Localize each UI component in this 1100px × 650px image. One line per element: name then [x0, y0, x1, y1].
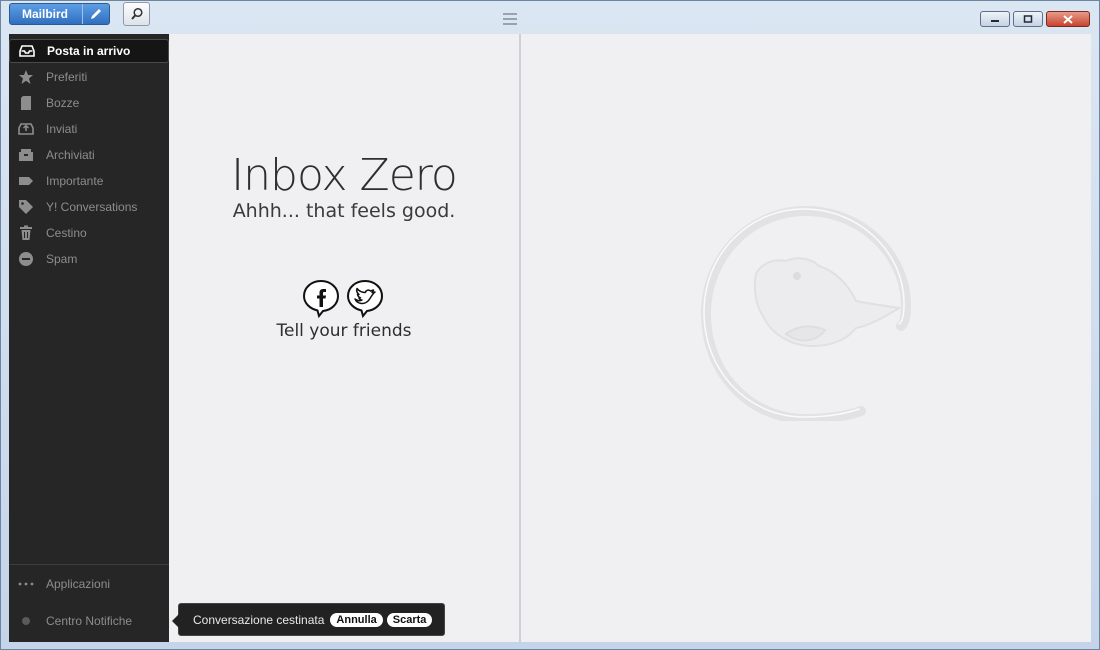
app-window: Mailbird Posta in arrivo Preferiti Bozze…	[0, 0, 1100, 650]
sidebar-item-spam[interactable]: Spam	[9, 247, 169, 271]
sidebar-item-y-conversations[interactable]: Y! Conversations	[9, 195, 169, 219]
notification-dot-icon	[17, 612, 35, 630]
sidebar-item-label: Bozze	[46, 96, 80, 110]
sent-icon	[17, 120, 35, 138]
sidebar-item-bozze[interactable]: Bozze	[9, 91, 169, 115]
tell-friends-label: Tell your friends	[276, 321, 412, 341]
twitter-bird-icon[interactable]	[345, 278, 385, 318]
sidebar: Posta in arrivo Preferiti Bozze Inviati …	[9, 34, 169, 642]
close-button[interactable]	[1046, 11, 1090, 27]
sidebar-item-preferiti[interactable]: Preferiti	[9, 65, 169, 89]
draft-icon	[17, 94, 35, 112]
sidebar-item-inbox[interactable]: Posta in arrivo	[9, 39, 169, 63]
minimize-button[interactable]	[980, 11, 1010, 27]
search-icon	[130, 7, 143, 20]
sidebar-item-importante[interactable]: Importante	[9, 169, 169, 193]
sidebar-item-label: Centro Notifiche	[46, 614, 133, 628]
spam-icon	[17, 250, 35, 268]
sidebar-divider	[9, 564, 169, 565]
sidebar-item-cestino[interactable]: Cestino	[9, 221, 169, 245]
title-bar: Mailbird	[1, 1, 1099, 33]
message-list-panel: Inbox Zero Ahhh... that feels good. Tell…	[169, 34, 519, 642]
compose-button[interactable]	[81, 4, 109, 24]
sidebar-item-centro-notifiche[interactable]: Centro Notifiche	[9, 609, 169, 633]
close-icon	[1063, 14, 1073, 24]
sidebar-item-label: Posta in arrivo	[47, 44, 131, 58]
star-icon	[17, 68, 35, 86]
sidebar-item-label: Applicazioni	[46, 577, 111, 591]
sidebar-item-inviati[interactable]: Inviati	[9, 117, 169, 141]
sidebar-item-label: Cestino	[46, 226, 87, 240]
sidebar-item-label: Preferiti	[46, 70, 88, 84]
inbox-icon	[18, 42, 36, 60]
search-button[interactable]	[123, 2, 150, 26]
label-icon	[17, 172, 35, 190]
trash-icon	[17, 224, 35, 242]
mailbird-logo-watermark-icon	[701, 206, 911, 421]
sidebar-item-label: Inviati	[46, 122, 78, 136]
more-dots-icon	[17, 575, 35, 593]
mailbird-menu-button[interactable]: Mailbird	[9, 3, 110, 25]
inbox-zero-subtitle: Ahhh... that feels good.	[232, 200, 456, 222]
social-share-buttons	[301, 278, 385, 318]
sidebar-item-label: Archiviati	[46, 148, 95, 162]
facebook-icon[interactable]	[301, 278, 341, 318]
inbox-zero-title: Inbox Zero	[231, 150, 458, 201]
window-controls	[980, 11, 1090, 27]
sidebar-item-applicazioni[interactable]: Applicazioni	[9, 572, 169, 596]
minimize-icon	[991, 20, 999, 22]
maximize-icon	[1023, 15, 1033, 23]
undo-button[interactable]: Annulla	[330, 612, 383, 627]
sidebar-item-archiviati[interactable]: Archiviati	[9, 143, 169, 167]
undo-toast: Conversazione cestinata Annulla Scarta	[172, 603, 445, 636]
sidebar-item-label: Y! Conversations	[46, 200, 138, 214]
toast-message: Conversazione cestinata	[193, 612, 325, 627]
sidebar-item-label: Spam	[46, 252, 78, 266]
sidebar-item-label: Importante	[46, 174, 104, 188]
brand-label: Mailbird	[22, 7, 69, 21]
panel-handle-icon[interactable]	[503, 13, 517, 25]
tag-icon	[17, 198, 35, 216]
reading-pane	[521, 34, 1091, 642]
maximize-button[interactable]	[1013, 11, 1043, 27]
discard-button[interactable]: Scarta	[386, 612, 433, 627]
pencil-icon	[90, 9, 101, 19]
archive-icon	[17, 146, 35, 164]
